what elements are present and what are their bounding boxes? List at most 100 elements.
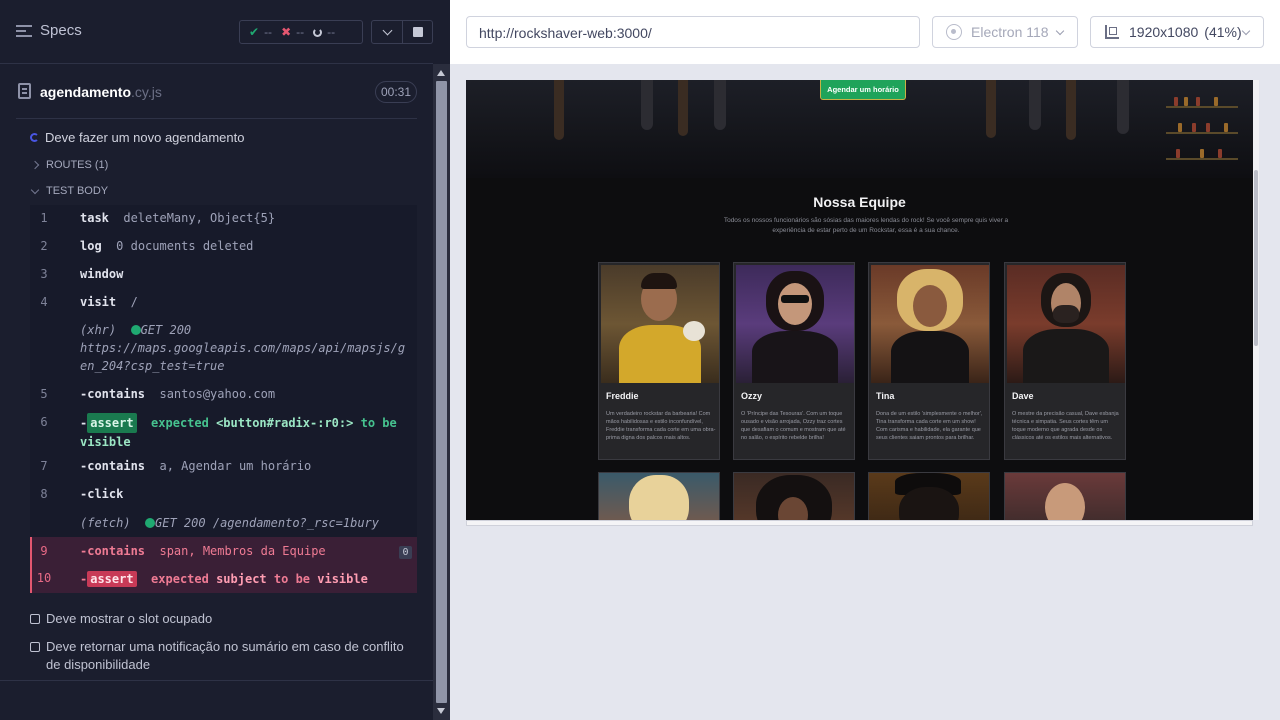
browser-selector[interactable]: Electron 118 <box>932 16 1078 48</box>
command-row[interactable]: 4 visit / <box>30 295 417 313</box>
team-card[interactable]: Tina Dona de um estilo 'simplesmente o m… <box>868 262 990 460</box>
assert-visible: visible <box>80 435 131 449</box>
status-dot-icon <box>130 325 141 335</box>
command-name-text: -contains <box>80 544 146 558</box>
shelf-decoration <box>1166 80 1246 178</box>
command-message: / <box>130 295 138 309</box>
element-count-badge: 0 <box>399 546 412 559</box>
reporter-scrollbar[interactable] <box>433 64 450 720</box>
failed-assert-row[interactable]: 10 - assert expected subject to be visibl… <box>30 565 417 593</box>
assert-subject: subject <box>216 572 267 586</box>
assert-expected: expected <box>151 572 209 586</box>
command-number: 6 <box>40 415 48 429</box>
command-message: santos@yahoo.com <box>159 387 276 401</box>
team-card[interactable] <box>1004 472 1126 520</box>
command-number: 8 <box>40 487 48 501</box>
command-row[interactable]: 7 -contains a, Agendar um horário <box>30 459 417 477</box>
specs-button[interactable]: Specs <box>16 22 82 39</box>
document-icon <box>18 83 31 99</box>
failure-indicator <box>30 537 32 593</box>
request-status: GET 200 <box>140 323 192 337</box>
spec-extension: .cy.js <box>131 84 162 100</box>
checkbox-icon <box>30 614 40 624</box>
chevron-down-icon <box>30 185 40 194</box>
xhr-row[interactable]: (xhr) GET 200 https://maps.googleapis.com… <box>30 321 417 377</box>
command-number: 7 <box>40 459 48 473</box>
viewport-icon <box>1105 25 1119 39</box>
viewport-selector[interactable]: 1920x1080 (41%) <box>1090 16 1264 48</box>
assert-to-be: to be <box>273 572 311 586</box>
team-card[interactable]: Dave O mestre da precisão casual, Dave e… <box>1004 262 1126 460</box>
member-name: Dave <box>1012 391 1034 401</box>
pending-stat: -- <box>313 25 335 39</box>
command-message: deleteMany, Object{5} <box>123 211 276 225</box>
viewport-size: 1920x1080 <box>1129 24 1199 40</box>
divider <box>16 118 417 119</box>
aut-horizontal-scrollbar[interactable] <box>466 520 1253 526</box>
assert-content: - assert expected <button#radix-:r0:> to … <box>80 413 412 451</box>
command-name: log 0 documents deleted <box>80 239 253 253</box>
member-name: Freddie <box>606 391 639 401</box>
test-body-label: TEST BODY <box>46 185 109 197</box>
browser-toolbar: http://rockshaver-web:3000/ Electron 118… <box>450 0 1280 64</box>
viewport-scale: (41%) <box>1204 24 1242 40</box>
failed-count: -- <box>296 25 305 39</box>
team-subtitle: Todos os nossos funcionários são sósias … <box>723 217 1009 234</box>
scroll-thumb[interactable] <box>436 81 447 703</box>
routes-toggle[interactable]: ROUTES (1) <box>30 159 108 171</box>
stop-button[interactable] <box>403 20 433 44</box>
team-card[interactable] <box>868 472 990 520</box>
aut-vertical-scrollbar[interactable] <box>1253 80 1259 520</box>
pending-test[interactable]: Deve mostrar o slot ocupado <box>30 610 420 628</box>
status-dot-icon <box>145 518 156 528</box>
command-number: 9 <box>40 544 48 558</box>
scroll-down-icon[interactable] <box>437 708 445 714</box>
command-name: -contains a, Agendar um horário <box>80 459 311 473</box>
command-row[interactable]: 8 -click <box>30 487 417 505</box>
scroll-up-icon[interactable] <box>437 70 445 76</box>
failed-command-row[interactable]: 9 -contains span, Membros da Equipe 0 <box>30 537 417 565</box>
spec-filename[interactable]: agendamento.cy.js <box>40 84 162 100</box>
specs-label: Specs <box>40 22 82 39</box>
x-icon: ✖ <box>281 25 292 39</box>
check-icon: ✔ <box>249 25 260 39</box>
chevron-down-icon <box>382 25 392 35</box>
assert-badge: assert <box>87 413 137 433</box>
team-card[interactable] <box>733 472 855 520</box>
pending-test[interactable]: Deve retornar uma notificação no sumário… <box>30 638 420 674</box>
team-card[interactable]: Freddie Um verdadeiro rockstar da barbea… <box>598 262 720 460</box>
team-card[interactable]: Ozzy O 'Príncipe das Tesouras'. Com um t… <box>733 262 855 460</box>
guitar-decoration <box>554 80 564 140</box>
assert-badge: assert <box>87 571 137 587</box>
guitar-decoration <box>714 80 726 130</box>
command-row[interactable]: 1 task deleteMany, Object{5} <box>30 211 417 229</box>
running-test[interactable]: Deve fazer um novo agendamento <box>30 130 244 145</box>
member-bio: O 'Príncipe das Tesouras'. Com um toque … <box>741 411 846 441</box>
auto-scroll-button[interactable] <box>371 20 403 44</box>
command-name-text: visit <box>80 295 117 309</box>
reporter-header: Specs ✔ -- ✖ -- -- <box>0 0 433 64</box>
command-row[interactable]: 3 window <box>30 267 417 285</box>
url-input[interactable]: http://rockshaver-web:3000/ <box>466 16 920 48</box>
guitar-decoration <box>678 80 688 136</box>
passed-count: -- <box>264 25 273 39</box>
member-photo <box>599 473 719 520</box>
command-message: span, Membros da Equipe <box>159 544 326 558</box>
pending-test-title: Deve retornar uma notificação no sumário… <box>46 639 404 672</box>
request-type: (xhr) <box>80 323 117 337</box>
guitar-decoration <box>1117 80 1129 134</box>
command-row[interactable]: 5 -contains santos@yahoo.com <box>30 387 417 405</box>
guitar-decoration <box>1029 80 1041 130</box>
team-card[interactable] <box>598 472 720 520</box>
scroll-thumb[interactable] <box>1254 170 1258 346</box>
test-body-toggle[interactable]: TEST BODY <box>30 185 109 197</box>
request-type: (fetch) <box>80 516 131 530</box>
command-row[interactable]: 2 log 0 documents deleted <box>30 239 417 257</box>
passed-stat: ✔ -- <box>249 25 272 39</box>
fetch-row[interactable]: (fetch) GET 200 /agendamento?_rsc=1bury <box>30 514 417 532</box>
chevron-right-icon <box>30 160 40 170</box>
browser-panel: http://rockshaver-web:3000/ Electron 118… <box>450 0 1280 720</box>
assert-row[interactable]: 6 - assert expected <button#radix-:r0:> t… <box>30 413 417 453</box>
command-name: -contains span, Membros da Equipe <box>80 544 326 558</box>
schedule-button[interactable]: Agendar um horário <box>820 80 906 100</box>
